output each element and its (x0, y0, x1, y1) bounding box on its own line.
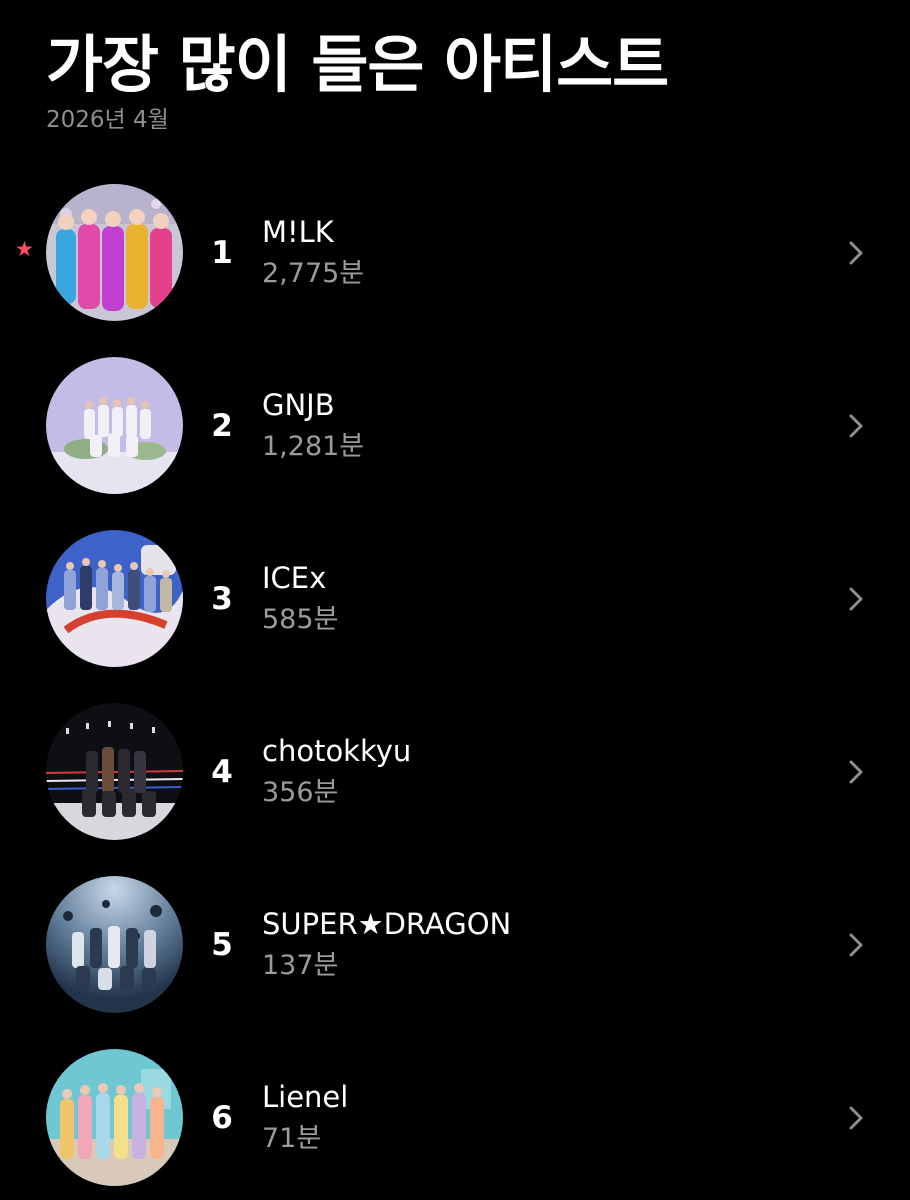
artist-name: M!LK (262, 215, 334, 249)
artist-avatar (46, 703, 183, 840)
listening-minutes: 356분 (262, 777, 339, 808)
chevron-right-icon (849, 1106, 863, 1130)
page-header: 가장 많이 들은 아티스트 2026년 4월 (46, 22, 669, 134)
rank-number: 3 (211, 581, 233, 617)
chevron-right-icon (849, 587, 863, 611)
rank-number: 2 (211, 408, 233, 444)
star-icon: ★ (15, 237, 34, 261)
artist-avatar (46, 357, 183, 494)
chevron-right-icon (849, 241, 863, 265)
artist-avatar (46, 876, 183, 1013)
listening-minutes: 1,281분 (262, 431, 365, 462)
rank-number: 5 (211, 927, 233, 963)
artist-avatar (46, 1049, 183, 1186)
period-label: 2026년 4월 (46, 107, 169, 133)
rank-number: 1 (211, 235, 233, 271)
listening-minutes: 2,775분 (262, 258, 365, 289)
listening-minutes: 71분 (262, 1123, 322, 1154)
artist-avatar (46, 184, 183, 321)
artist-row-2[interactable]: 2 GNJB 1,281분 (0, 339, 910, 499)
artist-row-6[interactable]: 6 Lienel 71분 (0, 1031, 910, 1191)
artist-name: ICEx (262, 561, 327, 595)
artist-row-5[interactable]: 5 SUPER★DRAGON 137분 (0, 858, 910, 1018)
chevron-right-icon (849, 760, 863, 784)
artist-name: GNJB (262, 388, 335, 422)
artist-row-4[interactable]: 4 chotokkyu 356분 (0, 685, 910, 845)
listening-minutes: 585분 (262, 604, 339, 635)
chevron-right-icon (849, 414, 863, 438)
artist-name: SUPER★DRAGON (262, 907, 512, 941)
artist-avatar (46, 530, 183, 667)
artist-row-1[interactable]: ★ 1 M!LK 2,775분 (0, 166, 910, 326)
page-title: 가장 많이 들은 아티스트 (46, 28, 669, 101)
artist-row-3[interactable]: 3 ICEx 585분 (0, 512, 910, 672)
rank-number: 4 (211, 754, 233, 790)
chevron-right-icon (849, 933, 863, 957)
artist-name: chotokkyu (262, 734, 412, 768)
rank-number: 6 (211, 1100, 233, 1136)
artist-name: Lienel (262, 1080, 349, 1114)
listening-minutes: 137분 (262, 950, 339, 981)
